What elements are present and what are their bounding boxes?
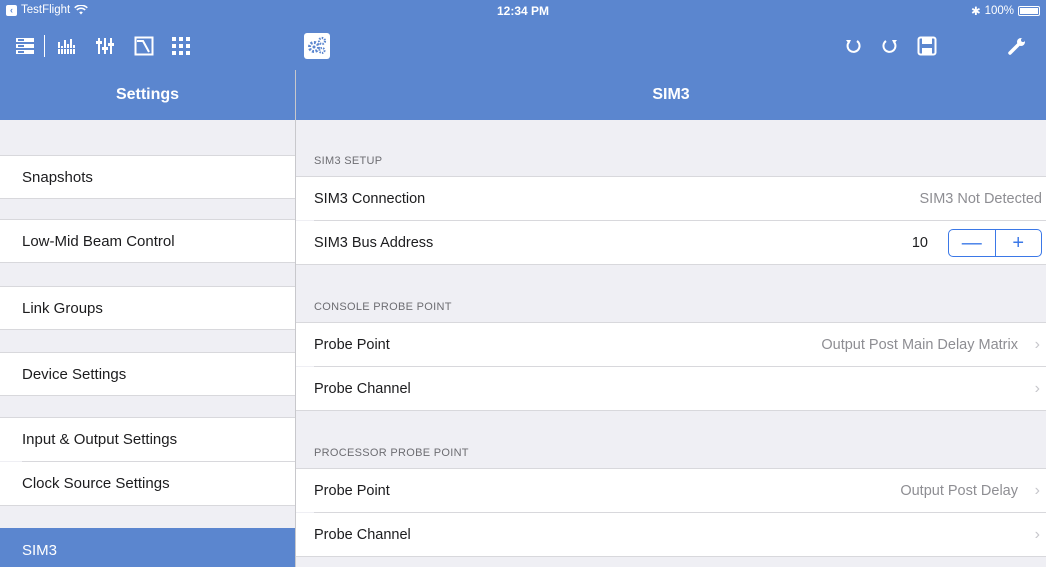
sim3-detail: SIM3 SETUP SIM3 Connection SIM3 Not Dete…: [296, 120, 1046, 567]
sidebar-item-label: Input & Output Settings: [22, 431, 178, 448]
row-label: Probe Channel: [314, 380, 411, 397]
toolbar-divider: [44, 35, 45, 57]
sidebar-item-label: Low-Mid Beam Control: [22, 232, 175, 250]
battery-percent: 100%: [984, 5, 1014, 17]
undo-icon[interactable]: [840, 33, 866, 59]
decrement-button[interactable]: —: [949, 230, 995, 256]
sidebar-item-label: SIM3: [22, 541, 58, 559]
settings-header: Settings: [0, 70, 295, 120]
section-header-sim3-setup: SIM3 SETUP: [314, 155, 383, 167]
meters-icon[interactable]: [54, 33, 80, 59]
chevron-right-icon: ›: [1034, 482, 1040, 499]
status-right: ✱ 100%: [971, 4, 1040, 18]
clock: 12:34 PM: [496, 4, 550, 18]
processor-probe-point-row[interactable]: Probe Point Output Post Delay ›: [296, 468, 1046, 512]
sidebar-item-label: Clock Source Settings: [22, 475, 170, 492]
row-label: Probe Channel: [314, 526, 411, 543]
sidebar-item-low-mid-beam-control[interactable]: Low-Mid Beam Control: [0, 219, 295, 263]
grid-icon[interactable]: [168, 33, 194, 59]
chevron-right-icon: ›: [1034, 526, 1040, 543]
toolbar: [0, 22, 1046, 70]
console-probe-channel-row[interactable]: Probe Channel ›: [296, 367, 1046, 411]
faders-icon[interactable]: [92, 33, 118, 59]
sidebar-item-link-groups[interactable]: Link Groups: [0, 286, 295, 330]
sidebar-item-label: Device Settings: [22, 365, 127, 383]
sidebar-item-snapshots[interactable]: Snapshots: [0, 155, 295, 199]
wrench-icon[interactable]: [1004, 33, 1030, 59]
settings-title: Settings: [115, 86, 180, 103]
bluetooth-icon: ✱: [970, 6, 981, 18]
scenes-icon[interactable]: [12, 33, 38, 59]
section-header-console-probe-point: CONSOLE PROBE POINT: [314, 301, 452, 313]
console-probe-point-row[interactable]: Probe Point Output Post Main Delay Matri…: [296, 322, 1046, 366]
detail-title: SIM3: [652, 86, 690, 103]
row-label: SIM3 Connection: [314, 190, 426, 207]
sidebar-item-clock-source-settings[interactable]: Clock Source Settings: [0, 462, 295, 506]
sidebar-item-sim3[interactable]: SIM3: [0, 528, 295, 567]
save-icon[interactable]: [914, 33, 940, 59]
settings-list: Snapshots Low-Mid Beam Control Link Grou…: [0, 120, 295, 567]
console-probe-point-value: Output Post Main Delay Matrix: [821, 337, 1018, 353]
increment-button[interactable]: +: [994, 230, 1042, 256]
chevron-right-icon: ›: [1034, 336, 1040, 353]
bus-address-value: 10: [911, 235, 928, 251]
bus-address-stepper[interactable]: — +: [948, 229, 1042, 257]
eq-curve-icon[interactable]: [131, 33, 157, 59]
redo-icon[interactable]: [877, 33, 903, 59]
sidebar-item-label: Link Groups: [22, 299, 103, 317]
processor-probe-point-value: Output Post Delay: [900, 483, 1018, 499]
sidebar-item-label: Snapshots: [22, 168, 93, 186]
sim3-bus-address-row: SIM3 Bus Address 10 — +: [296, 221, 1046, 265]
detail-header: SIM3: [296, 70, 1046, 120]
row-label: Probe Point: [314, 336, 390, 353]
sidebar-item-input-output-settings[interactable]: Input & Output Settings: [0, 417, 295, 461]
sim3-connection-status: SIM3 Not Detected: [919, 191, 1043, 207]
section-header-processor-probe-point: PROCESSOR PROBE POINT: [314, 447, 469, 459]
settings-gears-icon[interactable]: [304, 33, 330, 59]
chevron-right-icon: ›: [1034, 380, 1040, 397]
battery-icon: [1018, 6, 1040, 16]
processor-probe-channel-row[interactable]: Probe Channel ›: [296, 513, 1046, 557]
status-bar: ‹ TestFlight 12:34 PM ✱ 100%: [0, 0, 1046, 22]
row-label: SIM3 Bus Address: [314, 234, 434, 251]
sidebar-item-device-settings[interactable]: Device Settings: [0, 352, 295, 396]
row-label: Probe Point: [314, 482, 390, 499]
sim3-connection-row: SIM3 Connection SIM3 Not Detected: [296, 176, 1046, 220]
